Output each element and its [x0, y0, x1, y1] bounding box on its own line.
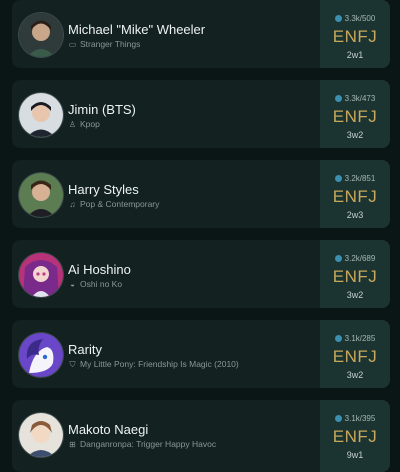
- category-link[interactable]: ▭ Stranger Things: [68, 39, 141, 49]
- vote-count-text: 3.1k/285: [344, 334, 376, 343]
- mbti-type: ENFJ: [332, 107, 378, 126]
- avatar-image: [19, 13, 63, 57]
- avatar[interactable]: [18, 252, 64, 298]
- vote-count: 3.2k/851: [320, 174, 390, 183]
- enneagram-type: 3w2: [346, 130, 364, 140]
- character-name[interactable]: Makoto Naegi: [68, 422, 148, 437]
- avatar[interactable]: [18, 412, 64, 458]
- character-card[interactable]: Rarity ⛉ My Little Pony: Friendship Is M…: [12, 320, 390, 388]
- character-card[interactable]: Harry Styles ♫ Pop & Contemporary 3.2k/8…: [12, 160, 390, 228]
- personality-type-panel[interactable]: 3.1k/395 ENFJ 9w1: [320, 400, 390, 472]
- vote-count-text: 3.3k/500: [344, 14, 376, 23]
- avatar[interactable]: [18, 92, 64, 138]
- category-link[interactable]: ◒ Oshi no Ko: [68, 279, 122, 289]
- mbti-type: ENFJ: [332, 267, 378, 286]
- character-name[interactable]: Rarity: [68, 342, 102, 357]
- vote-count-text: 3.1k/395: [344, 414, 376, 423]
- character-card[interactable]: Jimin (BTS) ♙ Kpop 3.3k/473 ENFJ 3w2: [12, 80, 390, 148]
- enneagram-type: 3w2: [346, 290, 364, 300]
- character-card[interactable]: Makoto Naegi ⊞ Danganronpa: Trigger Happ…: [12, 400, 390, 472]
- character-name[interactable]: Harry Styles: [68, 182, 139, 197]
- character-card[interactable]: Ai Hoshino ◒ Oshi no Ko 3.2k/689 ENFJ 3w…: [12, 240, 390, 308]
- votes-icon: [334, 255, 342, 262]
- category-label: Stranger Things: [80, 39, 141, 49]
- mbti-type: ENFJ: [332, 347, 378, 366]
- enneagram-type: 9w1: [346, 450, 364, 460]
- category-link[interactable]: ♫ Pop & Contemporary: [68, 199, 160, 209]
- vote-count: 3.1k/395: [320, 414, 390, 423]
- avatar-image: [19, 173, 63, 217]
- category-link[interactable]: ⊞ Danganronpa: Trigger Happy Havoc: [68, 439, 216, 449]
- votes-icon: [334, 415, 342, 422]
- personality-type-panel[interactable]: 3.3k/473 ENFJ 3w2: [320, 80, 390, 148]
- votes-icon: [334, 335, 342, 342]
- mbti-type: ENFJ: [332, 27, 378, 46]
- vote-count: 3.1k/285: [320, 334, 390, 343]
- enneagram-type: 2w1: [346, 50, 364, 60]
- category-label: Oshi no Ko: [80, 279, 123, 289]
- vote-count-text: 3.3k/473: [344, 94, 376, 103]
- category-label: Danganronpa: Trigger Happy Havoc: [80, 439, 217, 449]
- vote-count: 3.3k/500: [320, 14, 390, 23]
- votes-icon: [334, 95, 342, 102]
- category-label: Kpop: [80, 119, 100, 129]
- category-link[interactable]: ⛉ My Little Pony: Friendship Is Magic (2…: [68, 359, 239, 369]
- vote-count-text: 3.2k/689: [344, 254, 376, 263]
- personality-type-panel[interactable]: 3.2k/689 ENFJ 3w2: [320, 240, 390, 308]
- avatar-image: [19, 333, 63, 377]
- tv-icon: ▭: [68, 39, 77, 49]
- character-name[interactable]: Michael "Mike" Wheeler: [68, 22, 205, 37]
- votes-icon: [334, 15, 342, 22]
- personality-type-panel[interactable]: 3.2k/851 ENFJ 2w3: [320, 160, 390, 228]
- shield-icon: ⛉: [69, 359, 76, 369]
- personality-type-panel[interactable]: 3.1k/285 ENFJ 3w2: [320, 320, 390, 388]
- category-link[interactable]: ♙ Kpop: [68, 119, 100, 129]
- avatar[interactable]: [18, 172, 64, 218]
- music-note-icon: ♫: [69, 199, 76, 209]
- character-list: Michael "Mike" Wheeler ▭ Stranger Things…: [0, 0, 400, 472]
- vote-count: 3.2k/689: [320, 254, 390, 263]
- avatar-image: [19, 253, 63, 297]
- votes-icon: [334, 175, 342, 182]
- anime-icon: ◒: [70, 279, 75, 289]
- character-name[interactable]: Jimin (BTS): [68, 102, 136, 117]
- gamepad-icon: ⊞: [69, 439, 76, 449]
- vote-count: 3.3k/473: [320, 94, 390, 103]
- avatar-image: [19, 93, 63, 137]
- enneagram-type: 2w3: [346, 210, 364, 220]
- mbti-type: ENFJ: [332, 427, 378, 446]
- avatar-image: [19, 413, 63, 457]
- enneagram-type: 3w2: [346, 370, 364, 380]
- microphone-icon: ♙: [68, 119, 77, 129]
- character-card[interactable]: Michael "Mike" Wheeler ▭ Stranger Things…: [12, 0, 390, 68]
- avatar[interactable]: [18, 12, 64, 58]
- category-label: My Little Pony: Friendship Is Magic (201…: [80, 359, 239, 369]
- character-name[interactable]: Ai Hoshino: [68, 262, 131, 277]
- mbti-type: ENFJ: [332, 187, 378, 206]
- personality-type-panel[interactable]: 3.3k/500 ENFJ 2w1: [320, 0, 390, 68]
- vote-count-text: 3.2k/851: [344, 174, 376, 183]
- category-label: Pop & Contemporary: [80, 199, 160, 209]
- avatar[interactable]: [18, 332, 64, 378]
